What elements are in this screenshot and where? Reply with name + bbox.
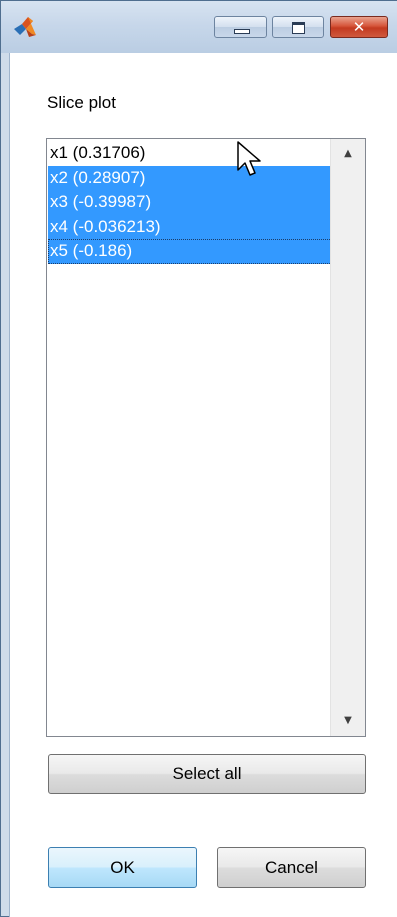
list-item[interactable]: x4 (-0.036213) bbox=[48, 214, 332, 239]
maximize-icon bbox=[292, 22, 305, 34]
close-button[interactable]: ✕ bbox=[330, 16, 388, 38]
close-icon: ✕ bbox=[352, 18, 366, 36]
matlab-logo-icon bbox=[14, 17, 36, 37]
scroll-down-arrow-icon[interactable]: ▼ bbox=[331, 706, 365, 736]
dialog-window: ✕ Slice plot x1 (0.31706) x2 (0.28907) x3 … bbox=[0, 0, 397, 917]
mouse-pointer-icon bbox=[237, 141, 261, 176]
variable-listbox[interactable]: x1 (0.31706) x2 (0.28907) x3 (-0.39987) x4 … bbox=[46, 138, 366, 737]
list-items: x1 (0.31706) x2 (0.28907) x3 (-0.39987) x4 … bbox=[48, 141, 332, 264]
list-item[interactable]: x1 (0.31706) bbox=[48, 141, 332, 166]
ok-button[interactable]: OK bbox=[48, 847, 197, 888]
select-all-button[interactable]: Select all bbox=[48, 754, 366, 794]
title-bar[interactable]: ✕ bbox=[1, 1, 397, 53]
list-item[interactable]: x3 (-0.39987) bbox=[48, 190, 332, 215]
list-item[interactable]: x2 (0.28907) bbox=[48, 165, 332, 190]
minimize-button[interactable] bbox=[214, 16, 267, 38]
cancel-button[interactable]: Cancel bbox=[217, 847, 366, 888]
minimize-icon bbox=[234, 29, 250, 34]
scroll-up-arrow-icon[interactable]: ▲ bbox=[331, 139, 365, 169]
vertical-scrollbar[interactable]: ▲ ▼ bbox=[330, 139, 365, 736]
slice-plot-label: Slice plot bbox=[47, 93, 116, 112]
maximize-button[interactable] bbox=[272, 16, 324, 38]
list-item[interactable]: x5 (-0.186) bbox=[48, 239, 332, 264]
